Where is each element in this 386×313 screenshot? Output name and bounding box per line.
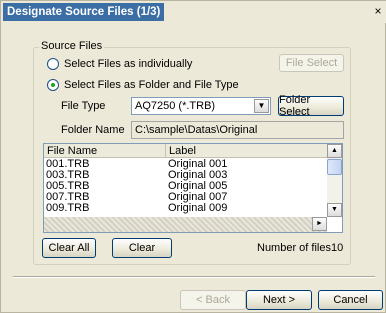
folder-select-button[interactable]: Folder Select <box>278 94 344 118</box>
file-list[interactable]: File Name Label 001.TRB Original 001 003… <box>43 143 343 233</box>
back-button[interactable]: < Back <box>180 290 246 310</box>
folder-name-label: Folder Name <box>61 124 125 136</box>
radio-select-individually[interactable]: Select Files as individually <box>47 57 192 71</box>
window-title: Designate Source Files (1/3) <box>3 3 165 21</box>
source-files-group-label: Source Files <box>39 40 105 52</box>
folder-name-field: C:\sample\Datas\Original <box>131 121 344 139</box>
list-rows: 001.TRB Original 001 003.TRB Original 00… <box>44 159 327 214</box>
file-type-label: File Type <box>61 100 106 112</box>
vertical-scrollbar[interactable]: ▲ ▼ <box>327 144 342 217</box>
radio-button[interactable] <box>47 58 59 70</box>
radio-label: Select Files as individually <box>64 58 193 70</box>
file-type-select[interactable]: AQ7250 (*.TRB) ▼ <box>131 97 271 115</box>
separator <box>13 276 375 278</box>
arrow-up-icon[interactable]: ▲ <box>327 144 342 158</box>
clear-button[interactable]: Clear <box>112 238 172 258</box>
clear-all-button[interactable]: Clear All <box>42 238 96 258</box>
scroll-thumb[interactable] <box>327 159 342 175</box>
file-select-button[interactable]: File Select <box>279 54 344 72</box>
list-item[interactable]: 009.TRB Original 009 <box>44 203 327 214</box>
cancel-button[interactable]: Cancel <box>318 290 383 310</box>
chevron-down-icon[interactable]: ▼ <box>254 99 269 113</box>
column-header-label[interactable]: Label <box>166 144 329 158</box>
title-bar: Designate Source Files (1/3) × <box>1 1 386 23</box>
close-icon[interactable]: × <box>371 5 385 19</box>
arrow-right-icon[interactable]: ► <box>312 217 327 231</box>
file-name-cell: 009.TRB <box>46 202 90 214</box>
file-type-value: AQ7250 (*.TRB) <box>135 100 216 112</box>
radio-select-folder[interactable]: Select Files as Folder and File Type <box>47 78 239 92</box>
arrow-down-icon[interactable]: ▼ <box>327 203 342 217</box>
column-header-file-name[interactable]: File Name <box>44 144 166 158</box>
radio-button-checked[interactable] <box>47 79 59 91</box>
designate-source-files-dialog: Designate Source Files (1/3) × Source Fi… <box>0 0 386 313</box>
next-button[interactable]: Next > <box>246 290 312 310</box>
label-cell: Original 009 <box>168 202 228 214</box>
horizontal-scrollbar[interactable]: ► <box>44 217 327 232</box>
list-header: File Name Label <box>44 144 327 158</box>
radio-label: Select Files as Folder and File Type <box>64 79 239 91</box>
file-count-text: Number of files10 <box>257 242 344 254</box>
